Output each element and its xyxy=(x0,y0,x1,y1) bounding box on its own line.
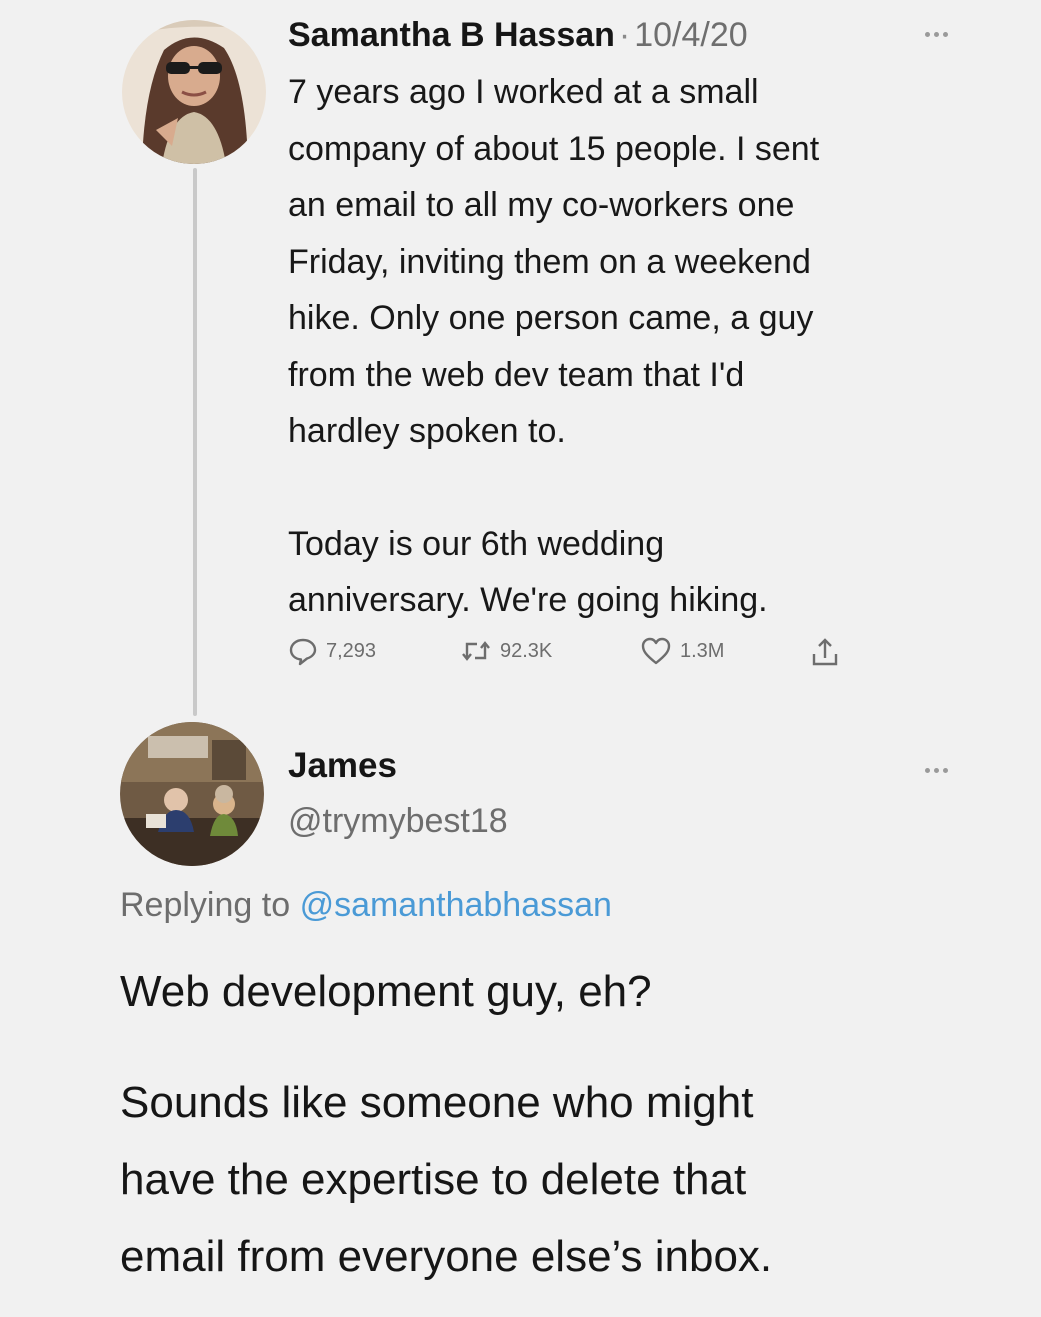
like-count: 1.3M xyxy=(680,639,725,662)
retweet-button[interactable]: 92.3K xyxy=(460,636,552,666)
like-button[interactable]: 1.3M xyxy=(640,636,724,666)
dot xyxy=(942,31,948,37)
tweet-line: company of about 15 people. I sent xyxy=(288,129,820,168)
reply-button[interactable]: 7,293 xyxy=(288,636,376,666)
tweet-line: 7 years ago I worked at a small xyxy=(288,73,759,111)
dot xyxy=(924,767,930,773)
avatar-samantha[interactable] xyxy=(122,20,266,164)
dot xyxy=(933,31,939,37)
dot xyxy=(942,767,948,773)
thread-line xyxy=(193,168,197,716)
reply-icon xyxy=(288,636,318,666)
share-button[interactable] xyxy=(810,636,840,668)
tweet-line: an email to all my co-workers one xyxy=(288,186,795,224)
retweet-count: 92.3K xyxy=(500,639,553,662)
tweet-text: 7 years ago I worked at a small company … xyxy=(288,64,978,629)
tweet-line: Friday, inviting them on a weekend xyxy=(288,242,811,281)
heart-icon xyxy=(640,636,672,666)
reply-author-name[interactable]: James xyxy=(288,746,397,786)
post-date[interactable]: 10/4/20 xyxy=(634,16,747,54)
author-name[interactable]: Samantha B Hassan xyxy=(288,16,615,54)
reply-text: Web development guy, eh? Sounds like som… xyxy=(120,962,1000,1295)
dot xyxy=(924,31,930,37)
tweet-line: hike. Only one person came, a guy xyxy=(288,299,814,337)
reply-line: email from everyone else’s inbox. xyxy=(120,1232,773,1281)
dot xyxy=(933,767,939,773)
reply-line: have the expertise to delete that xyxy=(120,1155,747,1204)
more-options-icon[interactable] xyxy=(918,28,954,40)
separator: · xyxy=(618,16,631,54)
tweet-line: anniversary. We're going hiking. xyxy=(288,581,768,619)
replying-to-mention[interactable]: @samanthabhassan xyxy=(300,886,612,924)
tweet-line: Today is our 6th wedding xyxy=(288,524,665,563)
tweet-line: hardley spoken to. xyxy=(288,412,566,450)
reply-author-handle[interactable]: @trymybest18 xyxy=(288,802,508,841)
avatar-james[interactable] xyxy=(120,722,264,866)
replying-prefix: Replying to xyxy=(120,886,291,924)
more-options-icon[interactable] xyxy=(918,764,954,776)
tweet-actions: 7,293 92.3K 1.3M xyxy=(288,636,888,676)
reply-line: Web development guy, eh? xyxy=(120,967,652,1016)
replying-to: Replying to @samanthabhassan xyxy=(120,886,612,925)
tweet-line: from the web dev team that I'd xyxy=(288,355,745,394)
share-icon xyxy=(810,636,840,668)
tweet-header: Samantha B Hassan · 10/4/20 xyxy=(288,12,748,58)
retweet-icon xyxy=(460,636,492,666)
reply-count: 7,293 xyxy=(326,639,377,662)
reply-line: Sounds like someone who might xyxy=(120,1078,754,1127)
